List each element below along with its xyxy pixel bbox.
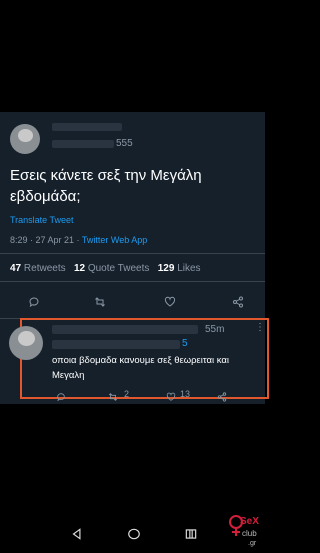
reply-age: 55m [205, 324, 225, 335]
retweets-label: Retweets [23, 263, 66, 274]
reply-share-icon[interactable] [217, 389, 227, 402]
author-handle-redacted [52, 140, 114, 148]
author-name-redacted [52, 123, 122, 131]
reply-retweet-count: 2 [124, 389, 130, 399]
quotes-count: 12 [73, 263, 86, 274]
tweet-source-link[interactable]: Twitter Web App [82, 235, 147, 245]
retweet-icon[interactable] [94, 295, 106, 307]
reply-icon[interactable] [28, 295, 40, 308]
reply-handle-redacted [52, 340, 180, 349]
sexclub-watermark-logo: SeX club .gr [222, 508, 262, 548]
reply-text-line-1: οποια βδομαδα κανουμε σεξ θεωρειται και [52, 355, 229, 366]
likes-label: Likes [177, 263, 201, 274]
back-icon[interactable] [70, 527, 84, 541]
share-icon[interactable] [232, 295, 244, 308]
screen: 555 Εσεις κάνετε σεξ την Μεγάλη εβδομάδα… [0, 0, 269, 550]
quotes-label: Quote Tweets [87, 263, 150, 274]
reply-like-icon[interactable] [166, 389, 176, 401]
home-icon[interactable] [127, 527, 141, 541]
divider [0, 281, 265, 282]
tweet-text-line-1: Εσεις κάνετε σεξ την Μεγάλη [10, 167, 202, 184]
author-avatar[interactable] [10, 124, 40, 154]
tweet-text-line-2: εβδομάδα; [10, 188, 81, 205]
translate-tweet-link[interactable]: Translate Tweet [10, 215, 74, 225]
likes-count: 129 [157, 263, 175, 274]
watermark-text-3: .gr [248, 540, 257, 547]
reply-name-redacted [52, 325, 198, 334]
divider [0, 253, 265, 254]
quotes-stat[interactable]: 12 Quote Tweets [74, 263, 152, 274]
likes-stat[interactable]: 129 Likes [158, 263, 201, 274]
reply-avatar[interactable] [9, 326, 43, 360]
tweet-meta: 8:29 · 27 Apr 21 · Twitter Web App [10, 235, 147, 245]
retweets-count: 47 [10, 263, 22, 274]
reply-more-icon[interactable]: ⋮ [255, 322, 265, 333]
author-handle-partial: 555 [116, 138, 133, 149]
retweets-stat[interactable]: 47 Retweets [10, 263, 68, 274]
reply-like-count: 13 [180, 389, 191, 399]
reply-text-line-2: Μεγαλη [52, 370, 85, 381]
like-icon[interactable] [164, 295, 176, 307]
reply-handle-partial: 5 [182, 338, 188, 349]
reply-retweet-icon[interactable] [108, 389, 118, 401]
tweet-stats: 47 Retweets 12 Quote Tweets 129 Likes [10, 263, 201, 274]
tweet-timestamp: 8:29 · 27 Apr 21 · [10, 235, 82, 245]
reply-reply-icon[interactable] [56, 389, 66, 402]
watermark-text-2: club [242, 529, 257, 538]
watermark-text-1: SeX [240, 516, 259, 527]
recents-icon[interactable] [184, 527, 198, 541]
